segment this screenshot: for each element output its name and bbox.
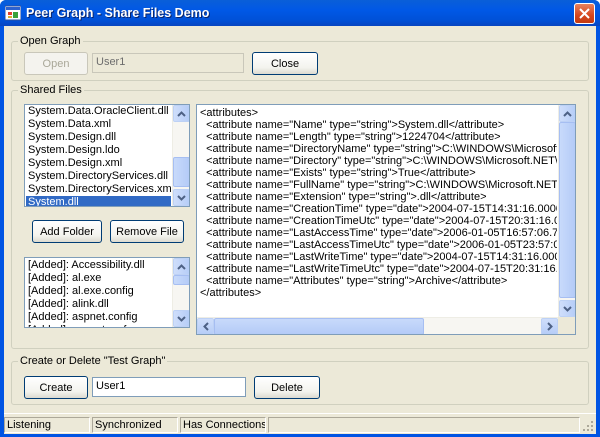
file-list-item[interactable]: System.dll bbox=[26, 196, 171, 206]
close-window-button[interactable] bbox=[574, 3, 595, 24]
file-list-item[interactable]: System.DirectoryServices.xml bbox=[26, 183, 174, 196]
attribute-line: <attribute name="LastAccessTime" type="d… bbox=[206, 227, 557, 239]
status-listening: Listening bbox=[4, 417, 90, 433]
shared-files-legend: Shared Files bbox=[18, 84, 84, 96]
attribute-line: <attribute name="Name" type="string">Sys… bbox=[200, 119, 505, 131]
status-bar: Listening Synchronized Has Connections bbox=[4, 413, 596, 434]
test-graph-user-field[interactable]: User1 bbox=[92, 377, 246, 397]
attributes-hscroll-thumb[interactable] bbox=[214, 318, 424, 334]
close-icon bbox=[579, 8, 590, 19]
file-list-item[interactable]: System.Design.ldo bbox=[26, 144, 171, 157]
file-attributes-textbox[interactable]: <attributes> <attribute name="Name" type… bbox=[196, 104, 576, 335]
event-log-scroll-thumb[interactable] bbox=[173, 275, 189, 285]
scrollbar-corner bbox=[558, 317, 575, 334]
file-list-item[interactable]: System.Data.xml bbox=[26, 118, 171, 131]
scroll-up-icon bbox=[177, 263, 186, 270]
scroll-down-button[interactable] bbox=[173, 310, 189, 327]
file-list-scrollbar[interactable] bbox=[172, 105, 189, 206]
client-area: Open Graph Open User1 Close Shared Files… bbox=[4, 26, 596, 434]
status-empty-panel bbox=[268, 417, 580, 433]
scroll-right-button[interactable] bbox=[541, 318, 558, 334]
app-icon bbox=[5, 5, 21, 21]
scroll-up-button[interactable] bbox=[173, 258, 189, 275]
attribute-line: <attribute name="Directory" type="string… bbox=[206, 155, 557, 167]
open-graph-legend: Open Graph bbox=[18, 35, 83, 47]
attributes-vscroll-thumb[interactable] bbox=[559, 122, 575, 298]
scroll-right-icon bbox=[546, 322, 553, 331]
attribute-line: <attribute name="Length" type="string">1… bbox=[200, 131, 501, 143]
attributes-horizontal-scrollbar[interactable] bbox=[197, 317, 558, 334]
event-log-scrollbar[interactable] bbox=[172, 258, 189, 327]
attribute-line: <attribute name="FullName" type="string"… bbox=[206, 179, 557, 191]
status-synchronized: Synchronized bbox=[92, 417, 178, 433]
test-graph-legend: Create or Delete "Test Graph" bbox=[18, 355, 168, 367]
size-grip-icon[interactable] bbox=[582, 420, 594, 432]
attribute-line: <attribute name="Attributes" type="strin… bbox=[200, 275, 508, 287]
scroll-down-icon bbox=[177, 194, 186, 201]
scroll-left-icon bbox=[202, 322, 209, 331]
attribute-line: <attribute name="CreationTimeUtc" type="… bbox=[206, 215, 557, 227]
add-folder-button[interactable]: Add Folder bbox=[32, 220, 102, 243]
remove-file-button[interactable]: Remove File bbox=[110, 220, 184, 243]
attribute-line: <attribute name="DirectoryName" type="st… bbox=[206, 143, 557, 155]
event-log-item[interactable]: [Added]: al.exe bbox=[26, 272, 171, 285]
event-log-item[interactable]: [Added]: alink.dll bbox=[26, 298, 171, 311]
attribute-line: <attributes> bbox=[200, 107, 259, 119]
file-list-rows: System.Data.OracleClient.dll System.Data.… bbox=[26, 105, 174, 206]
open-user-field[interactable]: User1 bbox=[92, 53, 244, 73]
scroll-down-icon bbox=[177, 315, 186, 322]
scroll-up-icon bbox=[177, 110, 186, 117]
file-list-item[interactable]: System.Design.dll bbox=[26, 131, 171, 144]
scroll-down-button[interactable] bbox=[173, 189, 189, 206]
attribute-line: <attribute name="LastWriteTime" type="da… bbox=[206, 251, 557, 263]
event-log-item[interactable]: [Added]: aspnet.config bbox=[26, 311, 171, 324]
attribute-line: <attribute name="Exists" type="string">T… bbox=[200, 167, 476, 179]
attribute-line: <attribute name="LastAccessTimeUtc" type… bbox=[206, 239, 557, 251]
attribute-line: <attribute name="LastWriteTimeUtc" type=… bbox=[206, 263, 557, 275]
event-log-rows: [Added]: Accessibility.dll [Added]: al.ex… bbox=[26, 259, 171, 327]
close-button[interactable]: Close bbox=[252, 52, 318, 75]
delete-button[interactable]: Delete bbox=[254, 376, 320, 399]
scroll-up-button[interactable] bbox=[173, 105, 189, 122]
scroll-down-icon bbox=[563, 305, 572, 312]
window-title: Peer Graph - Share Files Demo bbox=[26, 6, 210, 20]
file-list-scroll-thumb[interactable] bbox=[173, 157, 189, 187]
attributes-vertical-scrollbar[interactable] bbox=[558, 105, 575, 317]
event-log-item[interactable]: [Added]: aspnet.mof bbox=[26, 324, 171, 327]
open-button[interactable]: Open bbox=[24, 52, 88, 75]
scroll-up-button[interactable] bbox=[559, 105, 575, 122]
file-list-item[interactable]: System.DirectoryServices.dll bbox=[26, 170, 171, 183]
status-connections: Has Connections bbox=[180, 417, 266, 433]
event-log-list[interactable]: [Added]: Accessibility.dll [Added]: al.ex… bbox=[24, 257, 190, 328]
title-bar[interactable]: Peer Graph - Share Files Demo bbox=[0, 0, 600, 26]
scroll-down-button[interactable] bbox=[559, 300, 575, 317]
scroll-up-icon bbox=[563, 110, 572, 117]
attribute-line: <attribute name="Extension" type="string… bbox=[200, 191, 487, 203]
attribute-line: <attribute name="CreationTime" type="dat… bbox=[206, 203, 557, 215]
event-log-item[interactable]: [Added]: al.exe.config bbox=[26, 285, 171, 298]
attribute-line: </attributes> bbox=[200, 287, 262, 299]
event-log-item[interactable]: [Added]: Accessibility.dll bbox=[26, 259, 171, 272]
file-attributes-text: <attributes> <attribute name="Name" type… bbox=[200, 107, 557, 316]
scroll-left-button[interactable] bbox=[197, 318, 214, 334]
file-list-item[interactable]: System.Data.OracleClient.dll bbox=[26, 105, 171, 118]
file-list[interactable]: System.Data.OracleClient.dll System.Data.… bbox=[24, 104, 190, 207]
file-list-item[interactable]: System.Design.xml bbox=[26, 157, 171, 170]
create-button[interactable]: Create bbox=[24, 376, 88, 399]
app-window: Peer Graph - Share Files Demo Open Graph… bbox=[0, 0, 600, 437]
